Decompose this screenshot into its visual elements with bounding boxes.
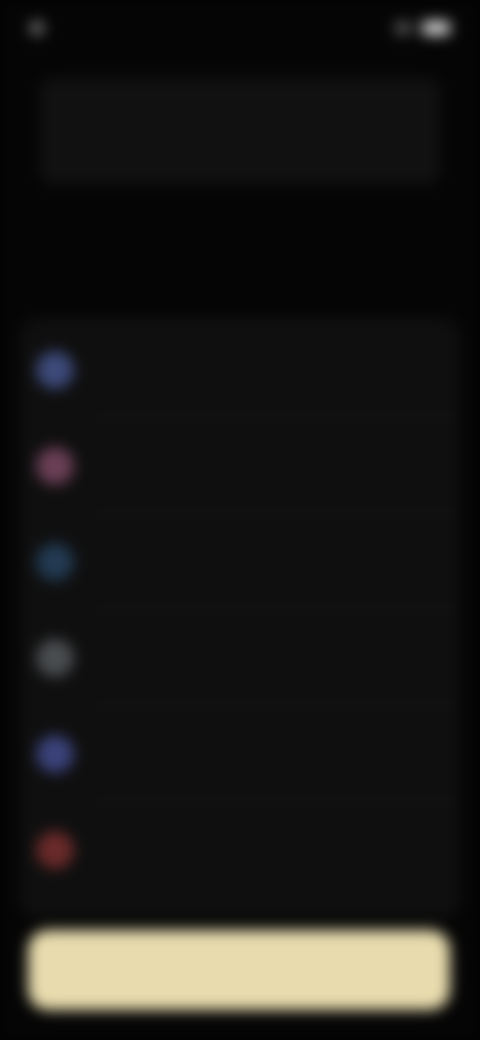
status-bar bbox=[30, 16, 450, 40]
list-item[interactable] bbox=[20, 418, 460, 514]
list-item[interactable] bbox=[20, 706, 460, 802]
status-left bbox=[30, 21, 54, 35]
status-right bbox=[388, 21, 450, 35]
continue-button[interactable] bbox=[28, 930, 450, 1010]
app-icon-pink bbox=[36, 447, 74, 485]
status-dot-icon bbox=[30, 21, 44, 35]
battery-icon bbox=[422, 21, 450, 35]
app-icon-blue bbox=[36, 351, 74, 389]
list-item[interactable] bbox=[20, 322, 460, 418]
app-icon-red bbox=[36, 831, 74, 869]
app-list bbox=[20, 318, 460, 918]
blurred-screen bbox=[0, 0, 480, 1040]
app-icon-teal bbox=[36, 543, 74, 581]
signal-icon bbox=[396, 22, 414, 34]
list-item[interactable] bbox=[20, 514, 460, 610]
app-icon-gray bbox=[36, 639, 74, 677]
header-card[interactable] bbox=[40, 78, 440, 184]
app-icon-indigo bbox=[36, 735, 74, 773]
list-item[interactable] bbox=[20, 802, 460, 898]
list-item[interactable] bbox=[20, 610, 460, 706]
